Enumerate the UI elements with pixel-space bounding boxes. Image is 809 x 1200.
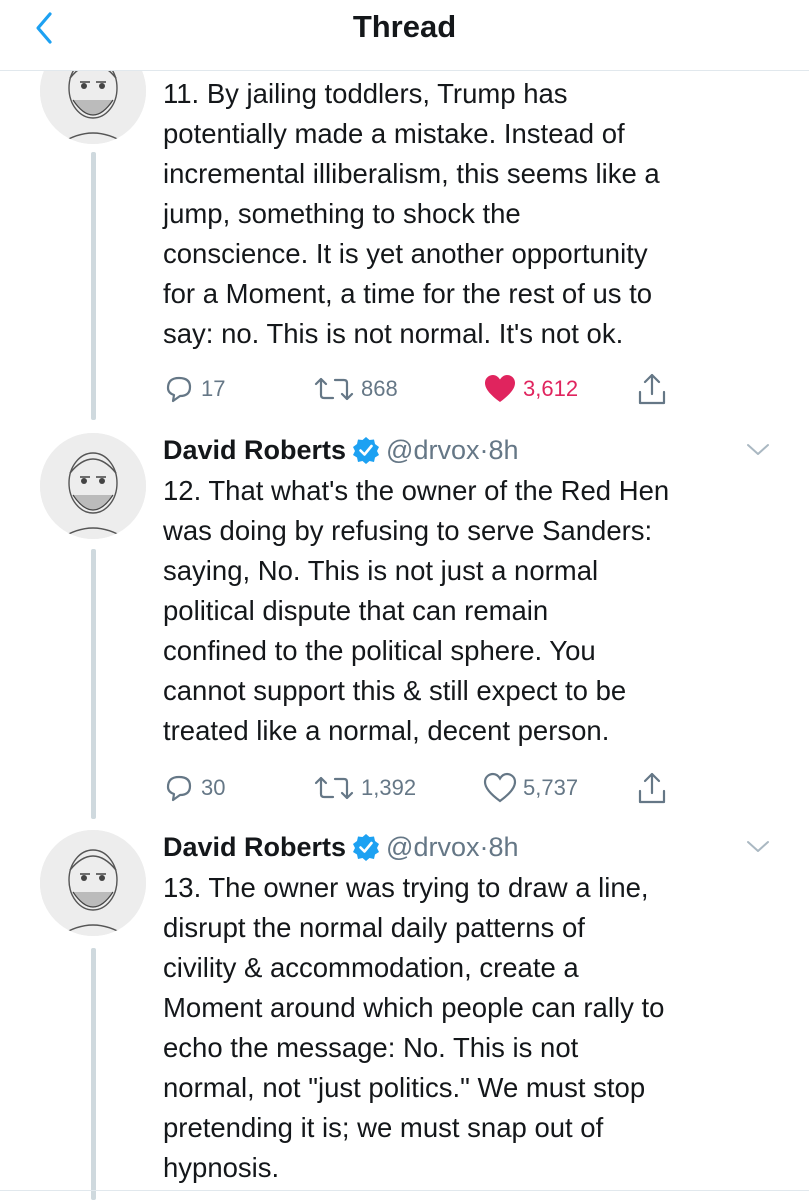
- tweet-text: 13. The owner was trying to draw a line,…: [163, 872, 665, 1183]
- like-button[interactable]: 3,612: [483, 369, 578, 409]
- avatar[interactable]: [40, 830, 146, 936]
- share-button[interactable]: [637, 369, 673, 409]
- retweet-button[interactable]: 868: [313, 369, 398, 409]
- like-count: 3,612: [523, 376, 579, 401]
- thread-connector: [91, 549, 96, 819]
- retweet-icon: [314, 776, 354, 800]
- author-name[interactable]: David Roberts: [163, 832, 346, 862]
- retweet-count: 1,392: [361, 775, 417, 800]
- verified-badge-icon: [352, 436, 380, 472]
- chevron-down-icon[interactable]: [745, 838, 771, 856]
- reply-icon: [166, 775, 192, 802]
- tweet-text: 11. By jailing toddlers, Trump has poten…: [163, 78, 660, 349]
- thread-connector: [91, 948, 96, 1200]
- tweet-actions: 30 1,392 5,737: [163, 768, 783, 808]
- thread-connector: [91, 152, 96, 420]
- like-button[interactable]: 5,737: [483, 768, 578, 808]
- avatar[interactable]: [40, 433, 146, 539]
- share-icon: [638, 373, 666, 405]
- like-icon: [485, 375, 515, 402]
- retweet-count: 868: [361, 376, 398, 401]
- reply-button[interactable]: 17: [163, 369, 225, 409]
- verified-badge-icon: [352, 833, 380, 869]
- reply-icon: [166, 376, 192, 403]
- reply-count: 30: [201, 775, 226, 800]
- like-icon: [483, 772, 517, 803]
- chevron-down-icon[interactable]: [745, 441, 771, 459]
- page-title: Thread: [352, 9, 457, 44]
- bottom-divider: [0, 1190, 809, 1191]
- retweet-icon: [314, 377, 354, 401]
- timestamp[interactable]: 8h: [488, 832, 518, 862]
- author-handle[interactable]: @drvox: [386, 435, 479, 465]
- tweet-text: 12. That what's the owner of the Red Hen…: [163, 475, 670, 746]
- like-count: 5,737: [523, 775, 579, 800]
- tweet-header: David Roberts @drvox·8h: [163, 830, 519, 864]
- author-name[interactable]: David Roberts: [163, 435, 346, 465]
- reply-count: 17: [201, 376, 226, 401]
- tweet-header: David Roberts @drvox·8h: [163, 433, 519, 467]
- timestamp[interactable]: 8h: [488, 435, 518, 465]
- tweet-actions: 17 868 3,612: [163, 369, 783, 409]
- reply-button[interactable]: 30: [163, 768, 225, 808]
- top-bar: Thread: [0, 0, 809, 71]
- retweet-button[interactable]: 1,392: [313, 768, 416, 808]
- share-icon: [638, 772, 666, 804]
- share-button[interactable]: [637, 768, 673, 808]
- author-handle[interactable]: @drvox: [386, 832, 479, 862]
